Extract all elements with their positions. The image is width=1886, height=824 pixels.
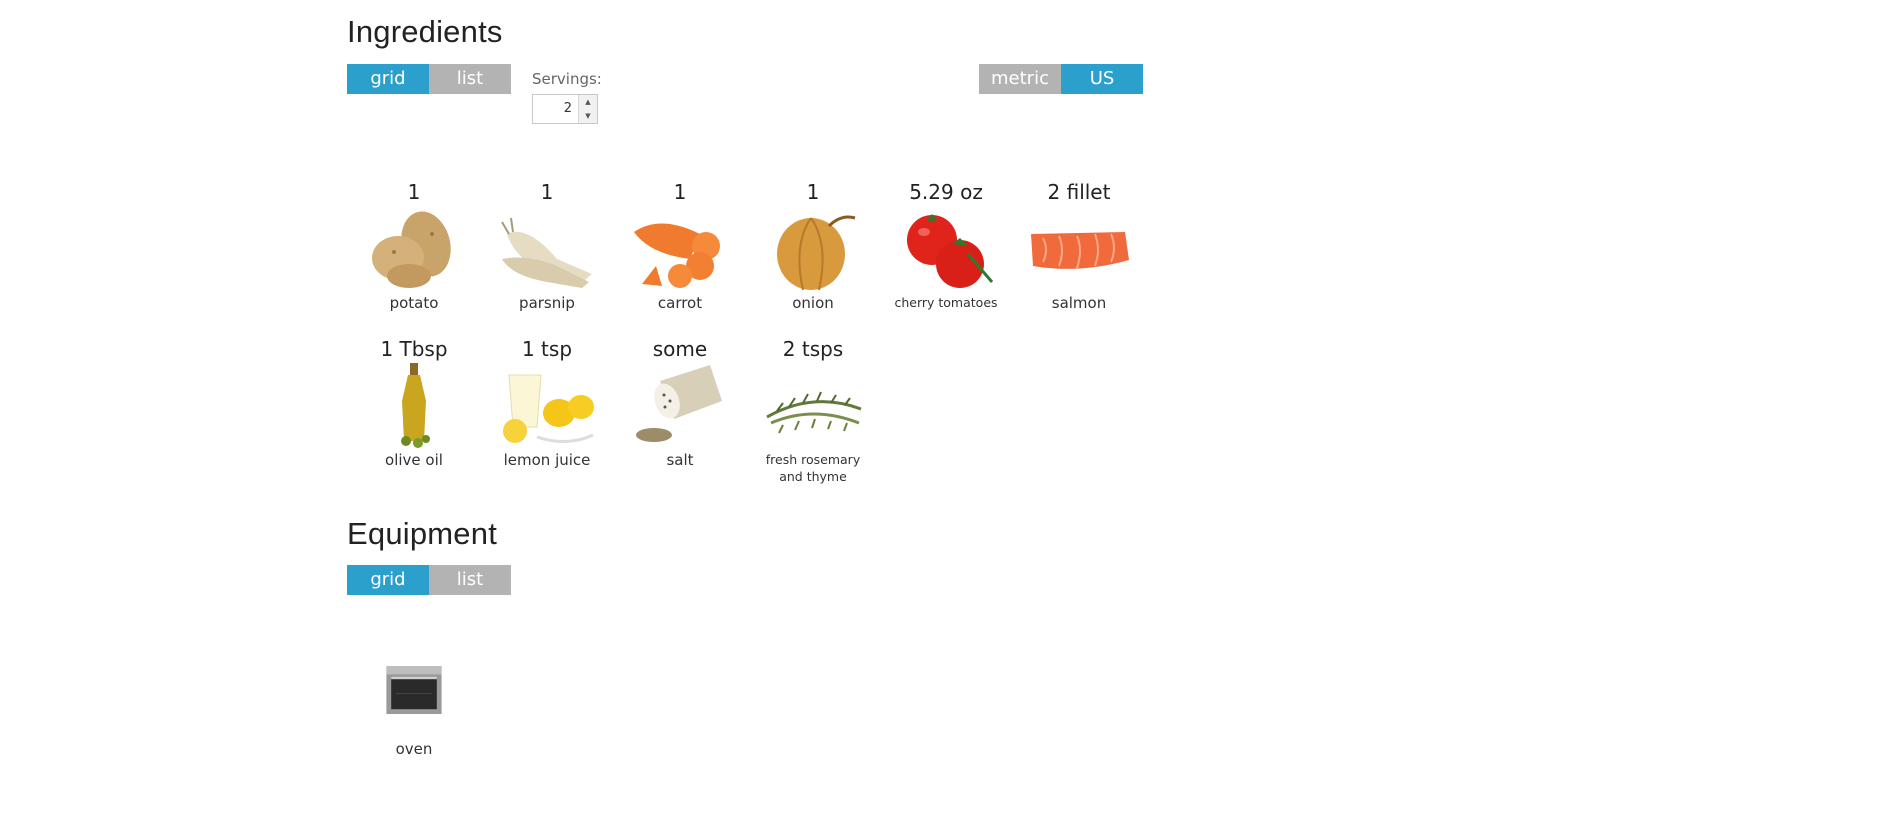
ingredient-quantity: 1 — [673, 180, 687, 204]
servings-stepper[interactable]: 2 ▲ ▼ — [532, 94, 598, 124]
ingredient-item[interactable]: 1 potato — [348, 180, 480, 312]
ingredient-quantity: 1 tsp — [521, 337, 573, 361]
parsnip-icon — [501, 217, 592, 288]
triangle-down-icon[interactable]: ▼ — [579, 109, 597, 123]
salmon-icon — [1031, 232, 1129, 269]
ingredient-name: potato — [389, 294, 439, 312]
carrot-icon — [634, 223, 720, 288]
metric-button[interactable]: metric — [979, 64, 1061, 94]
ingredient-item[interactable]: 1 tsp lemon juice — [481, 337, 613, 469]
ingredient-quantity: 1 Tbsp — [380, 337, 448, 361]
lemon-juice-icon — [503, 374, 594, 443]
ingredient-quantity: 1 — [806, 180, 820, 204]
ingredient-name: salmon — [1051, 294, 1107, 312]
ingredient-item[interactable]: 5.29 oz cherry tomatoes — [880, 180, 1012, 311]
ingredient-item[interactable]: 1 parsnip — [481, 180, 613, 312]
ingredient-quantity: 1 — [540, 180, 554, 204]
servings-label: Servings: — [532, 70, 602, 88]
potato-icon — [372, 211, 451, 288]
servings-value[interactable]: 2 — [533, 95, 578, 123]
ingredient-item[interactable]: 2 fillet salmon — [1013, 180, 1145, 312]
equipment-list-button[interactable]: list — [429, 565, 511, 595]
ingredient-name: cherry tomatoes — [894, 295, 998, 310]
ingredient-name: fresh rosemary and thyme — [765, 452, 861, 484]
salt-icon — [636, 365, 722, 442]
ingredients-grid-button[interactable]: grid — [347, 64, 429, 94]
equipment-view-toggle: grid list — [347, 565, 511, 595]
units-toggle: metric US — [979, 64, 1143, 94]
equipment-title: Equipment — [347, 516, 498, 551]
ingredient-name: olive oil — [385, 451, 443, 469]
ingredient-quantity: 2 fillet — [1047, 180, 1111, 204]
ingredients-title: Ingredients — [347, 14, 503, 49]
stepper-arrows: ▲ ▼ — [578, 95, 597, 123]
ingredient-name: onion — [792, 294, 834, 312]
ingredient-name: salt — [666, 451, 694, 469]
oven-icon — [386, 666, 442, 714]
cherry-tomatoes-icon — [907, 214, 994, 288]
ingredient-item[interactable]: 2 tsps fresh rosemary and thyme — [747, 337, 879, 485]
rosemary-thyme-icon — [766, 391, 862, 434]
us-button[interactable]: US — [1061, 64, 1143, 94]
onion-icon — [777, 215, 856, 291]
ingredients-list-button[interactable]: list — [429, 64, 511, 94]
ingredient-quantity: some — [652, 337, 708, 361]
ingredient-item[interactable]: 1 carrot — [614, 180, 746, 312]
olive-oil-icon — [401, 363, 430, 448]
triangle-up-icon[interactable]: ▲ — [579, 95, 597, 109]
ingredient-name: lemon juice — [503, 451, 591, 469]
ingredient-quantity: 5.29 oz — [909, 180, 983, 204]
ingredient-name: carrot — [657, 294, 703, 312]
ingredients-view-toggle: grid list — [347, 64, 511, 94]
equipment-name: oven — [395, 740, 433, 758]
ingredient-item[interactable]: some salt — [614, 337, 746, 469]
ingredient-quantity: 2 tsps — [782, 337, 844, 361]
ingredient-item[interactable]: 1 Tbsp olive oil — [348, 337, 480, 469]
ingredient-item[interactable]: 1 onion — [747, 180, 879, 312]
equipment-grid-button[interactable]: grid — [347, 565, 429, 595]
equipment-item[interactable]: oven — [348, 658, 480, 758]
ingredient-name: parsnip — [519, 294, 575, 312]
ingredient-quantity: 1 — [407, 180, 421, 204]
